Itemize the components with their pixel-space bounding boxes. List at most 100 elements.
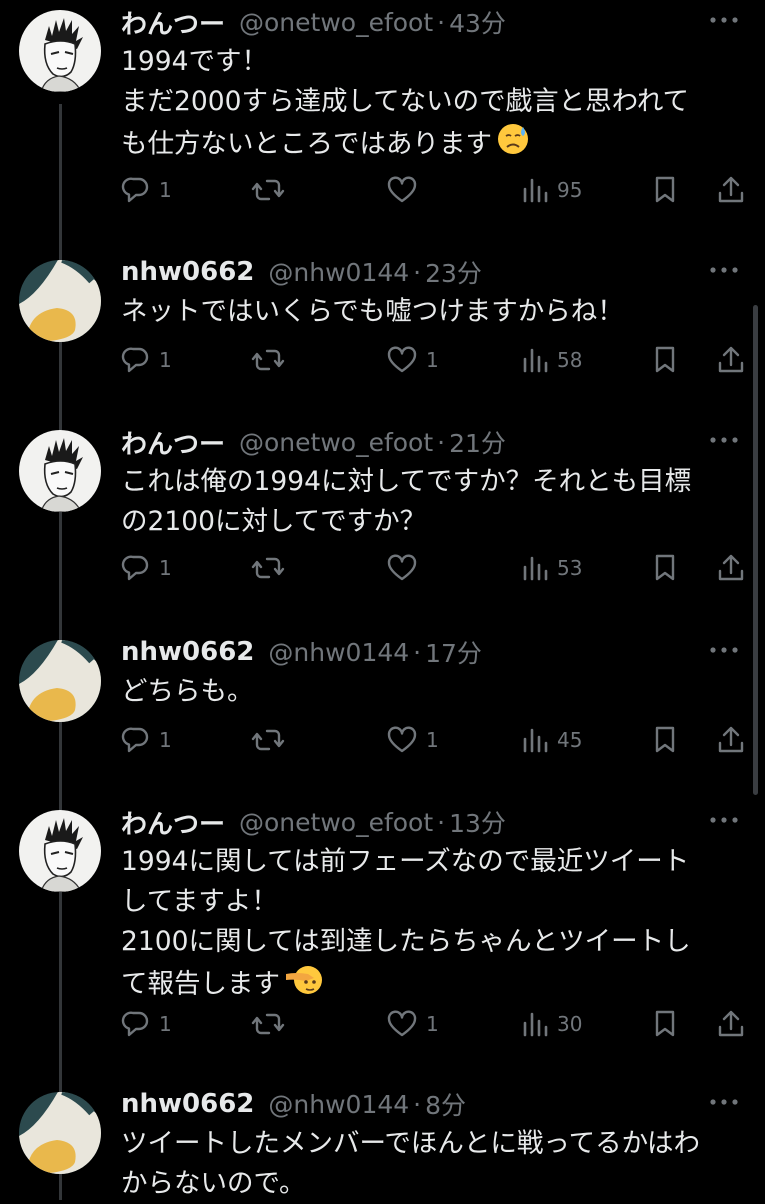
retweet-button[interactable]	[251, 720, 293, 760]
tweet-header: わんつー @onetwo_efoot · 21分	[121, 422, 506, 462]
replies-count: 1	[159, 1012, 172, 1036]
tweet-text-line: の2100に対してですか？	[121, 502, 731, 542]
timestamp[interactable]: 23分	[425, 254, 482, 290]
bar-chart-icon	[521, 175, 549, 205]
tweet-text: どちらも。	[121, 672, 731, 712]
tweet-text: これは俺の1994に対してですか？それとも目標の2100に対してですか？	[121, 462, 731, 542]
avatar[interactable]	[19, 640, 101, 722]
tweet-text-span: これは俺の1994に対してですか？それとも目標	[121, 466, 692, 497]
replies-count: 1	[159, 348, 172, 372]
share-button[interactable]	[716, 1004, 746, 1044]
retweet-button[interactable]	[251, 1004, 293, 1044]
views-button[interactable]: 95	[521, 170, 582, 210]
views-count: 45	[557, 728, 583, 752]
reply-button[interactable]: 1	[121, 548, 172, 588]
handle[interactable]: @onetwo_efoot	[239, 808, 433, 837]
avatar[interactable]	[19, 260, 101, 342]
more-options-icon[interactable]	[707, 640, 741, 660]
tweet-text-line: これは俺の1994に対してですか？それとも目標	[121, 462, 731, 502]
tweet-text: 1994に関しては前フェーズなので最近ツイート してますよ！ 2100に関しては到達…	[121, 842, 731, 1008]
views-button[interactable]: 58	[521, 340, 582, 380]
avatar[interactable]	[19, 1092, 101, 1174]
handle[interactable]: @onetwo_efoot	[239, 428, 433, 457]
tweet-text-span: 1994に関しては前フェーズなので最近ツイート	[121, 846, 690, 877]
display-name[interactable]: わんつー	[121, 424, 225, 461]
handle[interactable]: @nhw0144	[268, 1090, 409, 1119]
timestamp[interactable]: 43分	[449, 4, 506, 40]
bookmark-button[interactable]	[651, 170, 679, 210]
like-button[interactable]: 1	[386, 1004, 439, 1044]
retweet-icon	[251, 1009, 285, 1039]
handle[interactable]: @onetwo_efoot	[239, 8, 433, 37]
views-button[interactable]: 30	[521, 1004, 582, 1044]
bookmark-button[interactable]	[651, 340, 679, 380]
timestamp[interactable]: 21分	[449, 424, 506, 460]
heart-icon	[386, 1009, 418, 1039]
views-button[interactable]: 53	[521, 548, 582, 588]
bookmark-icon	[651, 553, 679, 583]
bookmark-button[interactable]	[651, 548, 679, 588]
more-options-icon[interactable]	[707, 810, 741, 830]
share-icon	[716, 1009, 746, 1039]
share-button[interactable]	[716, 340, 746, 380]
separator-dot: ·	[413, 637, 422, 667]
share-button[interactable]	[716, 548, 746, 588]
timestamp[interactable]: 17分	[425, 634, 482, 670]
display-name[interactable]: nhw0662	[121, 637, 254, 667]
sad-sweat-face-icon	[496, 122, 530, 168]
more-options-icon[interactable]	[707, 10, 741, 30]
bar-chart-icon	[521, 553, 549, 583]
scrollbar[interactable]	[753, 305, 758, 795]
handle[interactable]: @nhw0144	[268, 258, 409, 287]
reply-button[interactable]: 1	[121, 1004, 172, 1044]
display-name[interactable]: nhw0662	[121, 1089, 254, 1119]
share-button[interactable]	[716, 170, 746, 210]
avatar[interactable]	[19, 430, 101, 512]
display-name[interactable]: わんつー	[121, 4, 225, 41]
more-options-icon[interactable]	[707, 260, 741, 280]
retweet-button[interactable]	[251, 170, 293, 210]
reply-icon	[121, 725, 151, 755]
avatar[interactable]	[19, 810, 101, 892]
reply-button[interactable]: 1	[121, 170, 172, 210]
tweet-text-line: ネットではいくらでも嘘つけますからね！	[121, 292, 731, 332]
tweet-actions: 1 1 58	[121, 340, 746, 380]
tweet-header: わんつー @onetwo_efoot · 13分	[121, 802, 506, 842]
like-button[interactable]	[386, 170, 426, 210]
separator-dot: ·	[437, 807, 446, 837]
tweet-text-line: も仕方ないところではあります	[121, 122, 731, 168]
avatar[interactable]	[19, 10, 101, 92]
tweet-text-line: してますよ！	[121, 882, 731, 922]
handle[interactable]: @nhw0144	[268, 638, 409, 667]
bookmark-button[interactable]	[651, 720, 679, 760]
bookmark-button[interactable]	[651, 1004, 679, 1044]
like-button[interactable]	[386, 548, 426, 588]
tweet-text-line: て報告します	[121, 962, 731, 1008]
timestamp[interactable]: 13分	[449, 804, 506, 840]
timestamp[interactable]: 8分	[425, 1086, 466, 1122]
reply-button[interactable]: 1	[121, 340, 172, 380]
views-button[interactable]: 45	[521, 720, 582, 760]
tweet-actions: 1 1 30	[121, 1004, 746, 1044]
reply-button[interactable]: 1	[121, 720, 172, 760]
display-name[interactable]: nhw0662	[121, 257, 254, 287]
more-options-icon[interactable]	[707, 1092, 741, 1112]
tweet-actions: 1 1 45	[121, 720, 746, 760]
tweet-text-line: 2100に関しては到達したらちゃんとツイートし	[121, 922, 731, 962]
like-button[interactable]: 1	[386, 720, 439, 760]
display-name[interactable]: わんつー	[121, 804, 225, 841]
like-button[interactable]: 1	[386, 340, 439, 380]
reply-icon	[121, 345, 151, 375]
likes-count: 1	[426, 348, 439, 372]
share-button[interactable]	[716, 720, 746, 760]
retweet-icon	[251, 553, 285, 583]
retweet-button[interactable]	[251, 340, 293, 380]
tweet-text-line: 1994に関しては前フェーズなので最近ツイート	[121, 842, 731, 882]
retweet-button[interactable]	[251, 548, 293, 588]
saluting-face-icon	[284, 962, 324, 1008]
retweet-icon	[251, 725, 285, 755]
more-options-icon[interactable]	[707, 430, 741, 450]
bookmark-icon	[651, 175, 679, 205]
reply-icon	[121, 553, 151, 583]
tweet-text-span: してますよ！	[121, 886, 278, 917]
